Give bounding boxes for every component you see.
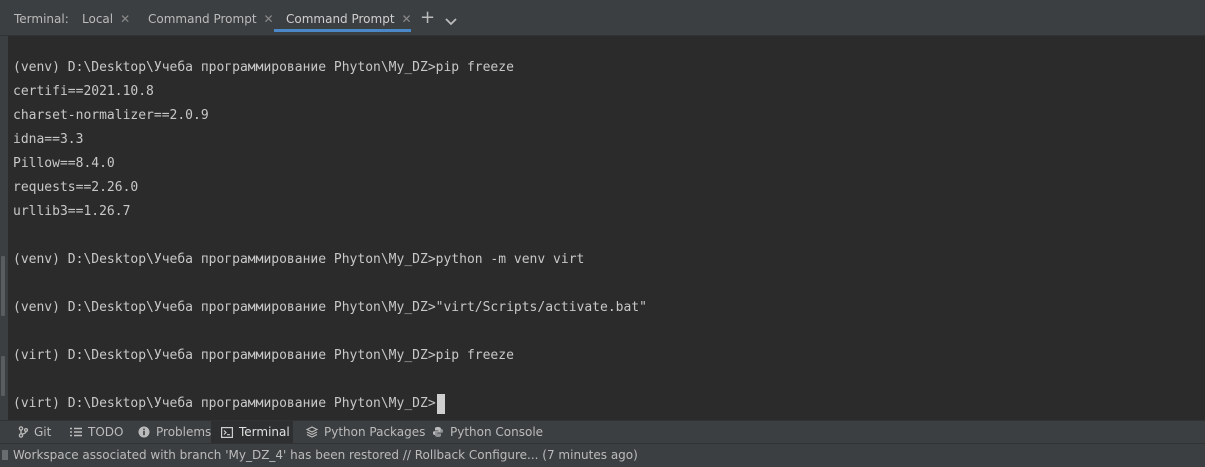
terminal-line: (venv) D:\Desktop\Учеба программирование… bbox=[13, 300, 647, 315]
active-tab-indicator bbox=[274, 29, 411, 32]
favorites-stripe-button[interactable] bbox=[1, 356, 5, 396]
status-message[interactable]: Workspace associated with branch 'My_DZ_… bbox=[13, 448, 638, 462]
tool-terminal-button[interactable]: Terminal bbox=[211, 421, 293, 443]
tool-label: Problems bbox=[156, 425, 212, 439]
tab-label: Local bbox=[82, 12, 114, 26]
tool-label: Terminal bbox=[239, 425, 290, 439]
terminal-output[interactable]: (venv) D:\Desktop\Учеба программирование… bbox=[13, 56, 1193, 416]
terminal-line: charset-normalizer==2.0.9 bbox=[13, 108, 209, 123]
tool-window-bar: Git TODO Problems Terminal Python Packag… bbox=[0, 420, 1205, 443]
terminal-cursor bbox=[436, 393, 445, 414]
terminal-line: (venv) D:\Desktop\Учеба программирование… bbox=[13, 252, 585, 267]
terminal-line: requests==2.26.0 bbox=[13, 180, 139, 195]
structure-stripe-button[interactable] bbox=[1, 256, 5, 316]
terminal-prompt: (virt) D:\Desktop\Учеба программирование… bbox=[13, 396, 436, 411]
terminal-line: (venv) D:\Desktop\Учеба программирование… bbox=[13, 60, 514, 75]
layers-icon bbox=[306, 426, 318, 438]
tool-python-console-button[interactable]: Python Console bbox=[428, 421, 547, 443]
terminal-prompt-line[interactable]: (virt) D:\Desktop\Учеба программирование… bbox=[13, 392, 1193, 416]
tool-python-packages-button[interactable]: Python Packages bbox=[302, 421, 429, 443]
tool-todo-button[interactable]: TODO bbox=[66, 421, 127, 443]
close-icon[interactable]: ✕ bbox=[264, 12, 274, 26]
terminal-line: urllib3==1.26.7 bbox=[13, 204, 131, 219]
info-icon bbox=[138, 426, 150, 438]
tab-command-prompt-1[interactable]: Command Prompt ✕ bbox=[148, 6, 274, 32]
tool-problems-button[interactable]: Problems bbox=[134, 421, 215, 443]
tab-label: Command Prompt bbox=[286, 12, 395, 26]
terminal-line: certifi==2021.10.8 bbox=[13, 84, 154, 99]
terminal-line: idna==3.3 bbox=[13, 132, 84, 147]
terminal-icon bbox=[221, 426, 233, 438]
terminal-line: (virt) D:\Desktop\Учеба программирование… bbox=[13, 348, 514, 363]
close-icon[interactable]: ✕ bbox=[120, 12, 130, 26]
tool-label: Python Packages bbox=[324, 425, 426, 439]
chevron-down-icon[interactable] bbox=[445, 11, 457, 30]
left-tool-strip bbox=[0, 36, 8, 420]
tool-label: Python Console bbox=[450, 425, 544, 439]
terminal-tab-bar: Terminal: Local ✕ Command Prompt ✕ Comma… bbox=[0, 0, 1205, 36]
git-branch-icon bbox=[18, 426, 28, 438]
list-icon bbox=[70, 427, 82, 437]
plus-icon[interactable]: + bbox=[420, 7, 435, 28]
tool-git-button[interactable]: Git bbox=[14, 421, 55, 443]
tool-label: Git bbox=[34, 425, 52, 439]
python-icon bbox=[432, 426, 444, 438]
status-bar: Workspace associated with branch 'My_DZ_… bbox=[0, 443, 1205, 467]
close-icon[interactable]: ✕ bbox=[402, 12, 412, 26]
status-widget-icon[interactable] bbox=[2, 450, 8, 460]
tab-local[interactable]: Local ✕ bbox=[82, 6, 130, 32]
terminal-label: Terminal: bbox=[14, 12, 69, 26]
tab-label: Command Prompt bbox=[148, 12, 257, 26]
terminal-line: Pillow==8.4.0 bbox=[13, 156, 115, 171]
tool-label: TODO bbox=[88, 425, 124, 439]
